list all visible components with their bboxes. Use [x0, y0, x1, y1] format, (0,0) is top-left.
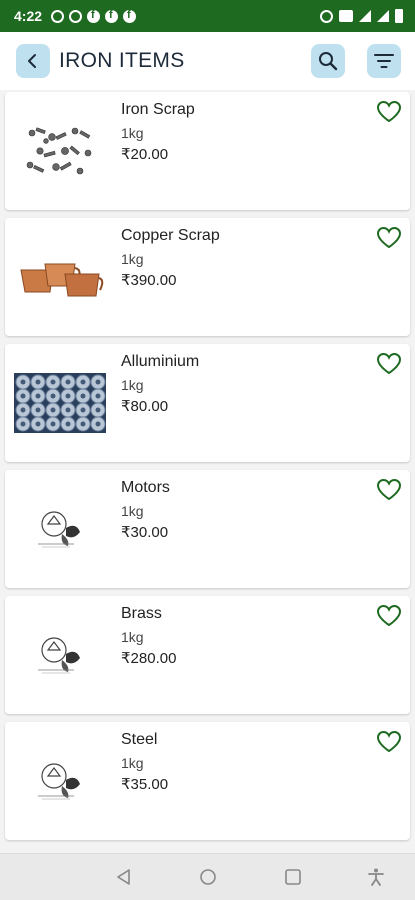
product-price: ₹35.00	[121, 776, 169, 793]
filter-button[interactable]	[367, 44, 401, 78]
aluminium-image	[13, 364, 107, 442]
header-actions	[311, 44, 401, 78]
product-info: Alluminium 1kg ₹80.00	[121, 352, 199, 416]
back-button[interactable]	[16, 44, 50, 78]
favorite-heart-icon[interactable]	[376, 478, 402, 502]
product-card[interactable]: Copper Scrap 1kg ₹390.00	[5, 218, 410, 336]
favorite-heart-icon[interactable]	[376, 226, 402, 250]
product-card[interactable]: Brass 1kg ₹280.00	[5, 596, 410, 714]
product-name: Iron Scrap	[121, 101, 195, 118]
product-price: ₹30.00	[121, 524, 169, 541]
app-header: IRON ITEMS	[0, 32, 415, 90]
signal-icon	[377, 10, 389, 22]
iron-scrap-image	[13, 112, 107, 190]
favorite-heart-icon[interactable]	[376, 604, 402, 628]
product-card[interactable]: Steel 1kg ₹35.00	[5, 722, 410, 840]
product-price: ₹390.00	[121, 272, 177, 289]
product-quantity: 1kg	[121, 755, 144, 771]
search-icon	[319, 52, 338, 71]
status-right	[320, 9, 403, 23]
logo-placeholder-image	[13, 490, 107, 568]
logo-placeholder-image	[13, 616, 107, 694]
battery-icon	[395, 9, 403, 23]
product-name: Alluminium	[121, 353, 200, 370]
facebook-icon	[87, 9, 101, 23]
home-circle-icon[interactable]	[198, 867, 218, 887]
product-quantity: 1kg	[121, 377, 144, 393]
search-button[interactable]	[311, 44, 345, 78]
back-triangle-icon[interactable]	[114, 867, 134, 887]
status-time: 4:22	[14, 8, 43, 24]
alarm-icon	[320, 9, 333, 23]
product-price: ₹280.00	[121, 650, 177, 667]
wifi-icon	[359, 10, 371, 22]
product-info: Copper Scrap 1kg ₹390.00	[121, 226, 220, 290]
product-info: Brass 1kg ₹280.00	[121, 604, 176, 668]
whatsapp-icon	[69, 9, 83, 23]
accessibility-icon[interactable]	[366, 867, 386, 887]
product-quantity: 1kg	[121, 125, 144, 141]
product-price: ₹20.00	[121, 146, 169, 163]
volte-icon	[339, 10, 353, 22]
product-name: Copper Scrap	[121, 227, 220, 244]
product-quantity: 1kg	[121, 503, 144, 519]
facebook-icon	[105, 9, 119, 23]
copper-scrap-image	[13, 238, 107, 316]
product-info: Iron Scrap 1kg ₹20.00	[121, 100, 195, 164]
status-bar: 4:22	[0, 0, 415, 32]
product-info: Steel 1kg ₹35.00	[121, 730, 168, 794]
product-card[interactable]: Alluminium 1kg ₹80.00	[5, 344, 410, 462]
product-card[interactable]: Iron Scrap 1kg ₹20.00	[5, 92, 410, 210]
recents-square-icon[interactable]	[283, 867, 303, 887]
product-price: ₹80.00	[121, 398, 169, 415]
product-quantity: 1kg	[121, 629, 144, 645]
product-card[interactable]: Motors 1kg ₹30.00	[5, 470, 410, 588]
facebook-icon	[123, 9, 137, 23]
product-name: Brass	[121, 605, 162, 622]
favorite-heart-icon[interactable]	[376, 100, 402, 124]
product-name: Motors	[121, 479, 170, 496]
product-quantity: 1kg	[121, 251, 144, 267]
status-left: 4:22	[14, 8, 137, 24]
page-title: IRON ITEMS	[59, 49, 185, 72]
favorite-heart-icon[interactable]	[376, 730, 402, 754]
favorite-heart-icon[interactable]	[376, 352, 402, 376]
product-info: Motors 1kg ₹30.00	[121, 478, 170, 542]
system-navbar	[0, 853, 415, 900]
product-name: Steel	[121, 731, 158, 748]
chevron-left-icon	[28, 54, 36, 68]
logo-placeholder-image	[13, 742, 107, 820]
filter-icon	[374, 54, 394, 68]
whatsapp-icon	[51, 9, 65, 23]
